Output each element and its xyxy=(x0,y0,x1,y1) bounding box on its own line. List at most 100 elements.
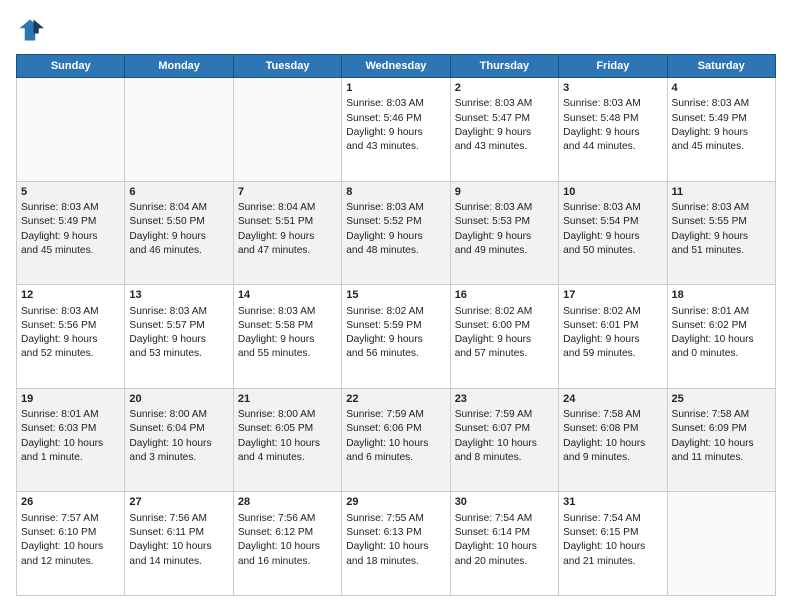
cell-content-line: Daylight: 9 hours xyxy=(346,231,422,242)
cell-content-line: Sunrise: 7:54 AM xyxy=(563,513,641,524)
cell-content-line: Sunrise: 8:02 AM xyxy=(346,306,424,317)
cell-content-line: Sunrise: 8:01 AM xyxy=(672,306,750,317)
weekday-header-wednesday: Wednesday xyxy=(342,55,450,78)
cell-content-line: Daylight: 9 hours xyxy=(563,231,639,242)
cell-content-line: Sunrise: 8:00 AM xyxy=(238,409,316,420)
cell-content-line: Sunrise: 7:54 AM xyxy=(455,513,533,524)
cell-content-line: Daylight: 9 hours xyxy=(129,334,205,345)
cell-content-line: Daylight: 10 hours xyxy=(455,438,537,449)
cell-content-line: Sunset: 6:15 PM xyxy=(563,527,638,538)
cell-content-line: Sunrise: 7:56 AM xyxy=(238,513,316,524)
calendar-cell: 13Sunrise: 8:03 AMSunset: 5:57 PMDayligh… xyxy=(125,285,233,389)
cell-content-line: Sunrise: 8:03 AM xyxy=(455,98,533,109)
calendar-week-5: 26Sunrise: 7:57 AMSunset: 6:10 PMDayligh… xyxy=(17,492,776,596)
day-number: 22 xyxy=(346,392,445,407)
day-number: 8 xyxy=(346,185,445,200)
day-number: 9 xyxy=(455,185,554,200)
cell-content-line: Sunset: 5:49 PM xyxy=(21,216,96,227)
cell-content-line: and 4 minutes. xyxy=(238,452,305,463)
cell-content-line: and 57 minutes. xyxy=(455,348,528,359)
cell-content-line: Sunset: 6:00 PM xyxy=(455,320,530,331)
day-number: 11 xyxy=(672,185,771,200)
calendar-cell: 14Sunrise: 8:03 AMSunset: 5:58 PMDayligh… xyxy=(233,285,341,389)
calendar-cell: 12Sunrise: 8:03 AMSunset: 5:56 PMDayligh… xyxy=(17,285,125,389)
cell-content-line: Sunset: 6:11 PM xyxy=(129,527,204,538)
cell-content-line: Sunset: 6:05 PM xyxy=(238,423,313,434)
day-number: 26 xyxy=(21,495,120,510)
cell-content-line: Sunrise: 8:04 AM xyxy=(238,202,316,213)
calendar-cell: 25Sunrise: 7:58 AMSunset: 6:09 PMDayligh… xyxy=(667,388,775,492)
day-number: 30 xyxy=(455,495,554,510)
cell-content-line: Sunrise: 8:03 AM xyxy=(21,202,99,213)
day-number: 15 xyxy=(346,288,445,303)
calendar-cell: 2Sunrise: 8:03 AMSunset: 5:47 PMDaylight… xyxy=(450,78,558,182)
calendar-cell: 28Sunrise: 7:56 AMSunset: 6:12 PMDayligh… xyxy=(233,492,341,596)
cell-content-line: Daylight: 9 hours xyxy=(346,334,422,345)
cell-content-line: Sunrise: 7:58 AM xyxy=(672,409,750,420)
cell-content-line: Daylight: 9 hours xyxy=(21,334,97,345)
cell-content-line: Daylight: 9 hours xyxy=(672,127,748,138)
calendar-cell: 22Sunrise: 7:59 AMSunset: 6:06 PMDayligh… xyxy=(342,388,450,492)
calendar-cell: 3Sunrise: 8:03 AMSunset: 5:48 PMDaylight… xyxy=(559,78,667,182)
cell-content-line: and 45 minutes. xyxy=(672,141,745,152)
cell-content-line: Sunrise: 8:03 AM xyxy=(129,306,207,317)
weekday-header-tuesday: Tuesday xyxy=(233,55,341,78)
day-number: 19 xyxy=(21,392,120,407)
cell-content-line: Sunset: 6:09 PM xyxy=(672,423,747,434)
day-number: 13 xyxy=(129,288,228,303)
cell-content-line: and 1 minute. xyxy=(21,452,83,463)
weekday-header-sunday: Sunday xyxy=(17,55,125,78)
calendar-cell: 27Sunrise: 7:56 AMSunset: 6:11 PMDayligh… xyxy=(125,492,233,596)
cell-content-line: Sunrise: 8:02 AM xyxy=(563,306,641,317)
cell-content-line: Sunrise: 7:59 AM xyxy=(346,409,424,420)
calendar-cell: 10Sunrise: 8:03 AMSunset: 5:54 PMDayligh… xyxy=(559,181,667,285)
cell-content-line: Daylight: 9 hours xyxy=(346,127,422,138)
day-number: 29 xyxy=(346,495,445,510)
cell-content-line: and 56 minutes. xyxy=(346,348,419,359)
calendar-cell xyxy=(125,78,233,182)
day-number: 31 xyxy=(563,495,662,510)
calendar-cell: 11Sunrise: 8:03 AMSunset: 5:55 PMDayligh… xyxy=(667,181,775,285)
cell-content-line: and 14 minutes. xyxy=(129,556,202,567)
cell-content-line: Sunset: 5:51 PM xyxy=(238,216,313,227)
cell-content-line: and 16 minutes. xyxy=(238,556,311,567)
weekday-header-thursday: Thursday xyxy=(450,55,558,78)
cell-content-line: and 45 minutes. xyxy=(21,245,94,256)
cell-content-line: and 8 minutes. xyxy=(455,452,522,463)
weekday-header-saturday: Saturday xyxy=(667,55,775,78)
calendar-cell: 15Sunrise: 8:02 AMSunset: 5:59 PMDayligh… xyxy=(342,285,450,389)
cell-content-line: Sunset: 6:01 PM xyxy=(563,320,638,331)
weekday-header-row: SundayMondayTuesdayWednesdayThursdayFrid… xyxy=(17,55,776,78)
cell-content-line: Daylight: 10 hours xyxy=(563,438,645,449)
day-number: 7 xyxy=(238,185,337,200)
calendar-cell: 1Sunrise: 8:03 AMSunset: 5:46 PMDaylight… xyxy=(342,78,450,182)
calendar-cell: 30Sunrise: 7:54 AMSunset: 6:14 PMDayligh… xyxy=(450,492,558,596)
day-number: 3 xyxy=(563,81,662,96)
cell-content-line: and 43 minutes. xyxy=(455,141,528,152)
day-number: 25 xyxy=(672,392,771,407)
day-number: 28 xyxy=(238,495,337,510)
cell-content-line: Sunset: 6:10 PM xyxy=(21,527,96,538)
cell-content-line: Daylight: 9 hours xyxy=(238,231,314,242)
cell-content-line: and 49 minutes. xyxy=(455,245,528,256)
weekday-header-monday: Monday xyxy=(125,55,233,78)
cell-content-line: Sunrise: 8:01 AM xyxy=(21,409,99,420)
cell-content-line: and 48 minutes. xyxy=(346,245,419,256)
cell-content-line: Sunrise: 7:55 AM xyxy=(346,513,424,524)
day-number: 23 xyxy=(455,392,554,407)
cell-content-line: Sunset: 6:12 PM xyxy=(238,527,313,538)
cell-content-line: Sunrise: 8:03 AM xyxy=(21,306,99,317)
cell-content-line: Daylight: 10 hours xyxy=(129,541,211,552)
cell-content-line: Sunrise: 8:03 AM xyxy=(672,202,750,213)
cell-content-line: Daylight: 10 hours xyxy=(21,438,103,449)
cell-content-line: Sunrise: 8:00 AM xyxy=(129,409,207,420)
cell-content-line: Sunrise: 7:56 AM xyxy=(129,513,207,524)
day-number: 5 xyxy=(21,185,120,200)
cell-content-line: Daylight: 9 hours xyxy=(563,127,639,138)
cell-content-line: Sunset: 6:08 PM xyxy=(563,423,638,434)
header xyxy=(16,16,776,44)
day-number: 17 xyxy=(563,288,662,303)
calendar-week-4: 19Sunrise: 8:01 AMSunset: 6:03 PMDayligh… xyxy=(17,388,776,492)
calendar-cell: 17Sunrise: 8:02 AMSunset: 6:01 PMDayligh… xyxy=(559,285,667,389)
cell-content-line: and 12 minutes. xyxy=(21,556,94,567)
